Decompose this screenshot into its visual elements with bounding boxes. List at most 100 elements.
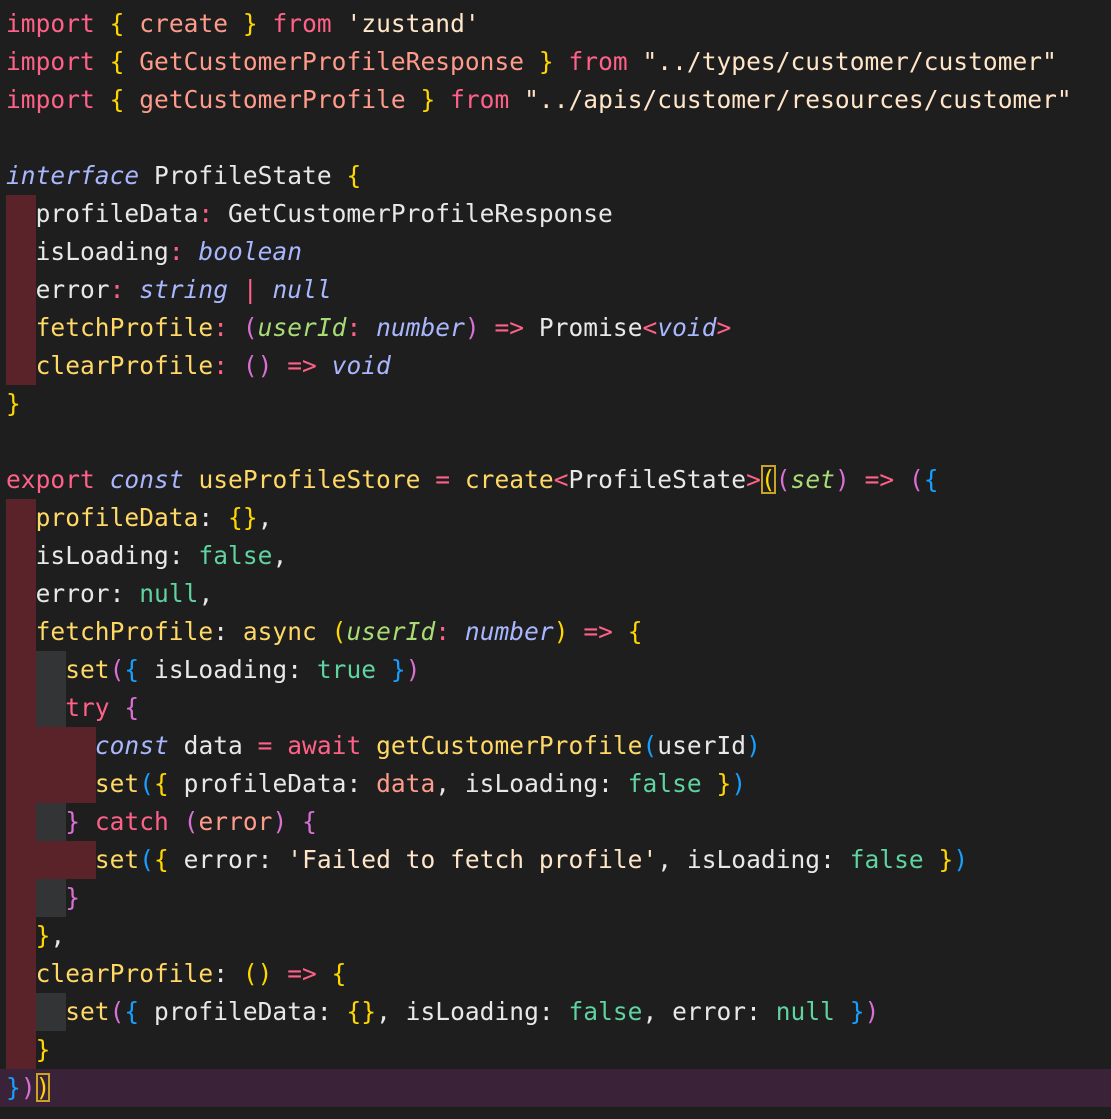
code-text: }: [6, 385, 21, 423]
code-token: from: [568, 47, 628, 76]
code-line[interactable]: isLoading: boolean: [0, 233, 1111, 271]
code-token: useProfileStore: [198, 465, 421, 494]
code-token: {: [154, 769, 169, 798]
code-text: set({ profileData: data, isLoading: fals…: [6, 765, 746, 803]
code-text: import { create } from 'zustand': [6, 5, 480, 43]
code-token: 'Failed to fetch profile': [287, 845, 658, 874]
code-line[interactable]: profileData: GetCustomerProfileResponse: [0, 195, 1111, 233]
code-line[interactable]: import { GetCustomerProfileResponse } fr…: [0, 43, 1111, 81]
code-text: fetchProfile: async (userId: number) => …: [6, 613, 643, 651]
code-token: userId: [657, 731, 747, 760]
code-token: ,: [642, 997, 673, 1026]
code-token: set: [65, 997, 110, 1026]
code-line[interactable]: export const useProfileStore = create<Pr…: [0, 461, 1111, 499]
code-text: set({ error: 'Failed to fetch profile', …: [6, 841, 968, 879]
code-line[interactable]: fetchProfile: (userId: number) => Promis…: [0, 309, 1111, 347]
code-token: profileData: [35, 199, 199, 228]
code-line[interactable]: set({ profileData: {}, isLoading: false,…: [0, 993, 1111, 1031]
code-token: =>: [849, 465, 909, 494]
code-line[interactable]: clearProfile: () => {: [0, 955, 1111, 993]
code-token: (: [775, 465, 791, 494]
code-text: }: [6, 1031, 51, 1069]
code-token: }: [849, 997, 865, 1026]
code-line[interactable]: try {: [0, 689, 1111, 727]
code-line[interactable]: [0, 423, 1111, 461]
code-line[interactable]: import { create } from 'zustand': [0, 5, 1111, 43]
code-line[interactable]: },: [0, 917, 1111, 955]
code-token: {}: [228, 503, 258, 532]
code-token: data: [376, 769, 436, 798]
code-text: isLoading: boolean: [6, 233, 302, 271]
code-token: await: [287, 731, 362, 760]
code-token: (): [242, 959, 273, 988]
code-token: |: [228, 275, 273, 304]
code-token: }: [6, 389, 21, 418]
code-token: :: [198, 199, 229, 228]
code-token: =>: [272, 959, 332, 988]
code-line[interactable]: }: [0, 879, 1111, 917]
code-token: =>: [272, 351, 332, 380]
code-token: getCustomerProfile: [124, 85, 421, 114]
code-line[interactable]: }: [0, 1031, 1111, 1069]
code-token: number: [464, 617, 554, 646]
code-line[interactable]: set({ error: 'Failed to fetch profile', …: [0, 841, 1111, 879]
code-line[interactable]: } catch (error) {: [0, 803, 1111, 841]
code-line[interactable]: set({ isLoading: true }): [0, 651, 1111, 689]
code-editor[interactable]: import { create } from 'zustand' import {…: [0, 0, 1111, 1119]
code-line[interactable]: fetchProfile: async (userId: number) => …: [0, 613, 1111, 651]
code-token: :: [213, 313, 243, 342]
code-token: error: [672, 997, 747, 1026]
code-token: {: [154, 845, 169, 874]
code-token: }: [35, 921, 51, 950]
code-line[interactable]: })): [0, 1069, 1111, 1107]
code-token: ProfileState: [154, 161, 332, 190]
code-token: "../types/customer/customer": [642, 47, 1057, 76]
code-token: false: [568, 997, 643, 1026]
code-token: error: [168, 845, 258, 874]
code-token: import: [6, 85, 95, 114]
code-token: }: [716, 769, 732, 798]
code-token: (: [908, 465, 924, 494]
code-token: }: [242, 9, 258, 38]
code-token: (: [109, 655, 125, 684]
code-token: isLoading: [35, 541, 169, 570]
code-line[interactable]: error: string | null: [0, 271, 1111, 309]
code-line[interactable]: [0, 119, 1111, 157]
code-token: profileData: [35, 503, 199, 532]
code-line[interactable]: interface ProfileState {: [0, 157, 1111, 195]
code-token: {: [109, 9, 125, 38]
code-token: isLoading: [405, 997, 539, 1026]
code-line[interactable]: isLoading: false,: [0, 537, 1111, 575]
code-line[interactable]: clearProfile: () => void: [0, 347, 1111, 385]
code-token: }: [538, 47, 554, 76]
code-line[interactable]: set({ profileData: data, isLoading: fals…: [0, 765, 1111, 803]
code-line[interactable]: profileData: {},: [0, 499, 1111, 537]
code-token: }: [65, 883, 81, 912]
code-token: isLoading: [686, 845, 821, 874]
code-line[interactable]: error: null,: [0, 575, 1111, 613]
code-line[interactable]: const data = await getCustomerProfile(us…: [0, 727, 1111, 765]
code-line[interactable]: import { getCustomerProfile } from "../a…: [0, 81, 1111, 119]
code-token: ): [746, 731, 761, 760]
code-token: ): [405, 655, 421, 684]
code-token: ): [272, 807, 288, 836]
code-token: :: [820, 845, 850, 874]
code-token: }: [6, 1073, 21, 1102]
code-token: (: [642, 731, 658, 760]
code-line[interactable]: }: [0, 385, 1111, 423]
code-token: {: [109, 47, 125, 76]
code-token: {: [109, 85, 125, 114]
code-token: (): [242, 351, 273, 380]
code-token: ,: [657, 845, 687, 874]
code-token: >: [716, 313, 732, 342]
